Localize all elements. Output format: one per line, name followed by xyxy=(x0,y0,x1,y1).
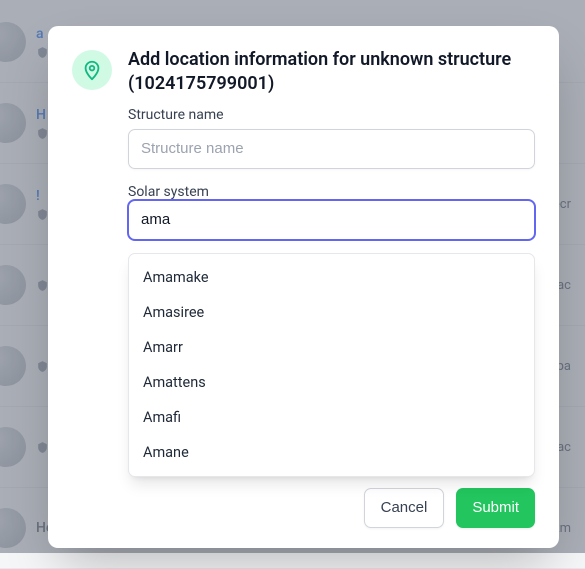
dropdown-option[interactable]: Amafi xyxy=(129,400,534,435)
cancel-button[interactable]: Cancel xyxy=(364,488,445,528)
structure-name-input[interactable] xyxy=(128,129,535,169)
structure-name-label: Structure name xyxy=(128,107,535,123)
dropdown-option[interactable]: Amarr xyxy=(129,330,534,365)
dropdown-option[interactable]: Amamake xyxy=(129,260,534,295)
solar-system-dropdown: Amamake Amasiree Amarr Amattens Amafi Am… xyxy=(128,253,535,477)
dropdown-option[interactable]: Amane xyxy=(129,435,534,470)
dropdown-option[interactable]: Amasiree xyxy=(129,295,534,330)
modal-title: Add location information for unknown str… xyxy=(128,48,535,97)
map-pin-icon xyxy=(72,50,112,90)
submit-button[interactable]: Submit xyxy=(456,488,535,528)
solar-system-input[interactable] xyxy=(128,200,535,240)
dropdown-option[interactable]: Amattens xyxy=(129,365,534,400)
solar-system-label: Solar system xyxy=(128,184,209,200)
add-location-modal: Add location information for unknown str… xyxy=(48,26,559,548)
